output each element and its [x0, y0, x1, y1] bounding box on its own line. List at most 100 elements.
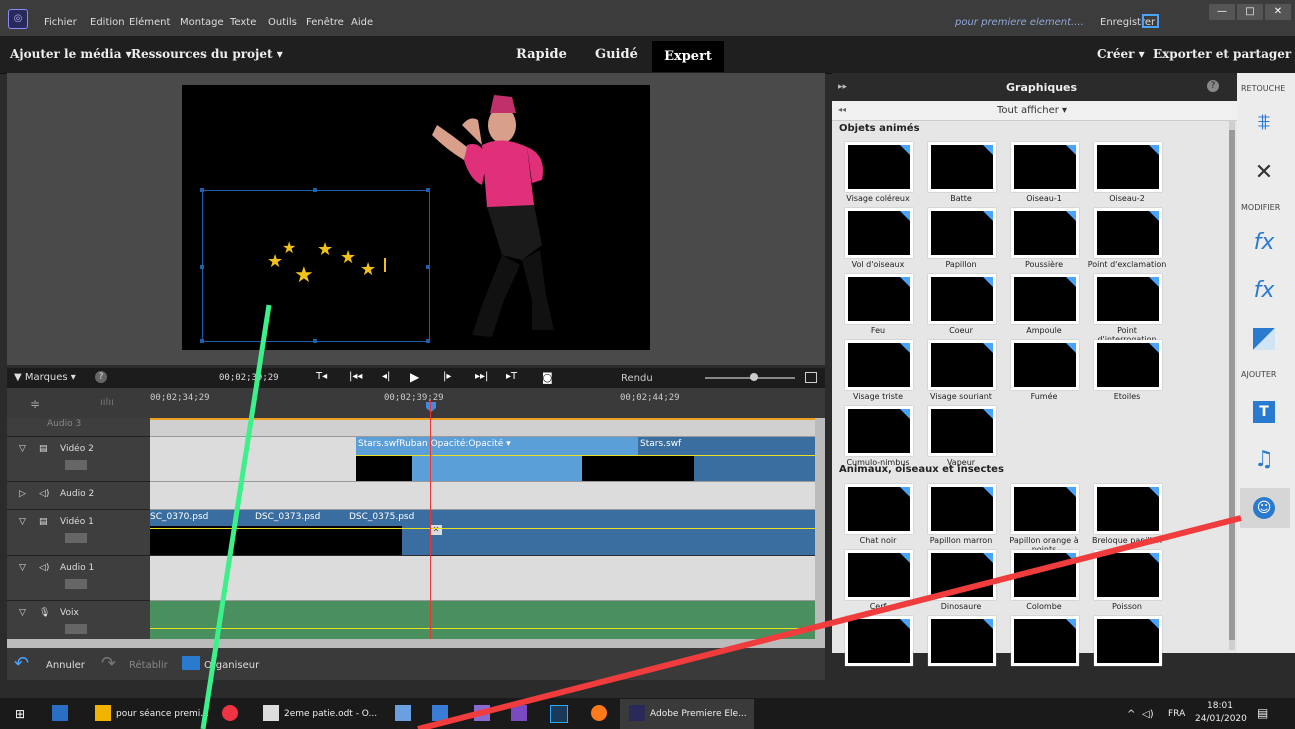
work-area-bar[interactable]: [150, 418, 815, 420]
graphic-tile[interactable]: [845, 274, 913, 324]
graphic-tile[interactable]: [845, 616, 913, 666]
menu-outils[interactable]: Outils: [268, 17, 297, 28]
help-icon[interactable]: ?: [1207, 80, 1219, 92]
expand-arrow-icon[interactable]: ▷: [19, 489, 26, 499]
taskbar-item-writer[interactable]: 2eme patie.odt - O...: [284, 709, 377, 719]
smiley-graphics-icon[interactable]: ☺: [1253, 497, 1275, 519]
resize-handle[interactable]: [200, 265, 204, 269]
graphic-tile[interactable]: [928, 484, 996, 534]
folder-icon[interactable]: [95, 705, 111, 721]
media-app-icon[interactable]: [52, 705, 68, 721]
menu-element[interactable]: Elément: [129, 17, 170, 28]
transition-icon[interactable]: ✕: [430, 525, 442, 535]
graphic-tile[interactable]: [1094, 616, 1162, 666]
fullscreen-icon[interactable]: [1142, 14, 1159, 28]
menu-montage[interactable]: Montage: [180, 17, 224, 28]
adjust-sliders-icon[interactable]: ⩨: [1249, 108, 1279, 138]
graphic-tile[interactable]: [1094, 484, 1162, 534]
menu-aide[interactable]: Aide: [351, 17, 373, 28]
help-icon[interactable]: ?: [95, 371, 107, 383]
resize-handle[interactable]: [313, 188, 317, 192]
graphics-scrollbar-thumb[interactable]: [1229, 130, 1235, 640]
taskbar-item-folder[interactable]: pour séance premi...: [116, 709, 209, 719]
graphic-tile[interactable]: [928, 142, 996, 192]
graphic-tile[interactable]: [1011, 274, 1079, 324]
graphic-tile[interactable]: [1094, 340, 1162, 390]
app-icon[interactable]: [474, 705, 490, 721]
graphic-tile[interactable]: [1011, 142, 1079, 192]
play-icon[interactable]: ▶: [410, 370, 419, 384]
tray-chevron-icon[interactable]: ^: [1127, 709, 1135, 720]
resize-handle[interactable]: [200, 188, 204, 192]
menu-texte[interactable]: Texte: [230, 17, 256, 28]
graphic-tile[interactable]: [928, 340, 996, 390]
graphic-tile[interactable]: [1011, 550, 1079, 600]
collapse-arrow-icon[interactable]: ▽: [19, 608, 26, 618]
minimize-button[interactable]: —: [1209, 4, 1235, 20]
tools-icon[interactable]: ✕: [1249, 158, 1279, 188]
create-button[interactable]: Créer ▾: [1097, 47, 1145, 61]
close-button[interactable]: ✕: [1265, 4, 1291, 20]
resize-handle[interactable]: [426, 265, 430, 269]
redo-icon[interactable]: ↷: [101, 653, 116, 674]
collapse-arrow-icon[interactable]: ▽: [19, 444, 26, 454]
redo-button[interactable]: Rétablir: [129, 660, 168, 671]
resize-handle[interactable]: [426, 339, 430, 343]
opacity-line[interactable]: [356, 455, 815, 456]
selection-bounding-box[interactable]: [202, 190, 430, 342]
language-indicator[interactable]: FRA: [1168, 709, 1185, 719]
app-icon[interactable]: [432, 705, 448, 721]
export-share-button[interactable]: Exporter et partager: [1153, 47, 1291, 61]
graphic-tile[interactable]: [928, 208, 996, 258]
graphic-tile[interactable]: [845, 142, 913, 192]
graphic-tile[interactable]: [1094, 142, 1162, 192]
graphic-tile[interactable]: [928, 274, 996, 324]
applied-effects-icon[interactable]: fx: [1249, 228, 1279, 258]
graphic-tile[interactable]: [1011, 340, 1079, 390]
keyframe-controls[interactable]: [65, 579, 87, 589]
menu-fenetre[interactable]: Fenêtre: [306, 17, 344, 28]
project-assets-button[interactable]: Ressources du projet ▾: [131, 47, 283, 61]
graphic-tile[interactable]: [845, 340, 913, 390]
graphic-tile[interactable]: [1011, 208, 1079, 258]
organizer-icon[interactable]: [182, 656, 200, 670]
step-back-icon[interactable]: ◂|: [382, 371, 390, 382]
graphic-tile[interactable]: [928, 616, 996, 666]
firefox-icon[interactable]: [591, 705, 607, 721]
camera-icon[interactable]: ◙: [542, 371, 553, 384]
collapse-arrow-icon[interactable]: ▽: [19, 517, 26, 527]
graphic-tile[interactable]: [928, 406, 996, 456]
step-forward-icon[interactable]: |▸: [443, 371, 451, 382]
mark-out-icon[interactable]: ▸T: [506, 371, 517, 382]
render-button[interactable]: Rendu: [621, 373, 653, 384]
tab-guide[interactable]: Guidé: [595, 47, 638, 62]
filter-dropdown[interactable]: Tout afficher ▾: [997, 105, 1067, 116]
go-to-start-icon[interactable]: |◂◂: [349, 371, 362, 382]
audio-waveform-icon[interactable]: ıılıı: [100, 397, 114, 408]
windows-start-icon[interactable]: ⊞: [15, 707, 25, 721]
tab-expert[interactable]: Expert: [652, 41, 724, 72]
graphic-tile[interactable]: [1011, 616, 1079, 666]
track-audio2[interactable]: [150, 482, 815, 510]
resize-handle[interactable]: [200, 339, 204, 343]
opacity-line[interactable]: [150, 528, 815, 529]
organizer-button[interactable]: Organiseur: [204, 660, 259, 671]
track-audio3[interactable]: [150, 418, 815, 437]
expand-panel-icon[interactable]: ▸▸: [838, 82, 847, 92]
graphic-tile[interactable]: [845, 208, 913, 258]
graphic-tile[interactable]: [1094, 274, 1162, 324]
menu-fichier[interactable]: Fichier: [44, 17, 77, 28]
graphic-tile[interactable]: [845, 484, 913, 534]
snap-icon[interactable]: ≑: [30, 397, 40, 411]
clock-date[interactable]: 24/01/2020: [1195, 714, 1247, 724]
keyframe-controls[interactable]: [65, 533, 87, 543]
mark-in-icon[interactable]: T◂: [316, 371, 327, 382]
menu-edition[interactable]: Edition: [90, 17, 125, 28]
app-icon[interactable]: [511, 705, 527, 721]
collapse-arrow-icon[interactable]: ▽: [19, 563, 26, 573]
track-audio1[interactable]: [150, 556, 815, 601]
maximize-button[interactable]: □: [1237, 4, 1263, 20]
writer-icon[interactable]: [263, 705, 279, 721]
volume-line[interactable]: [150, 628, 815, 629]
tab-rapide[interactable]: Rapide: [516, 47, 567, 62]
